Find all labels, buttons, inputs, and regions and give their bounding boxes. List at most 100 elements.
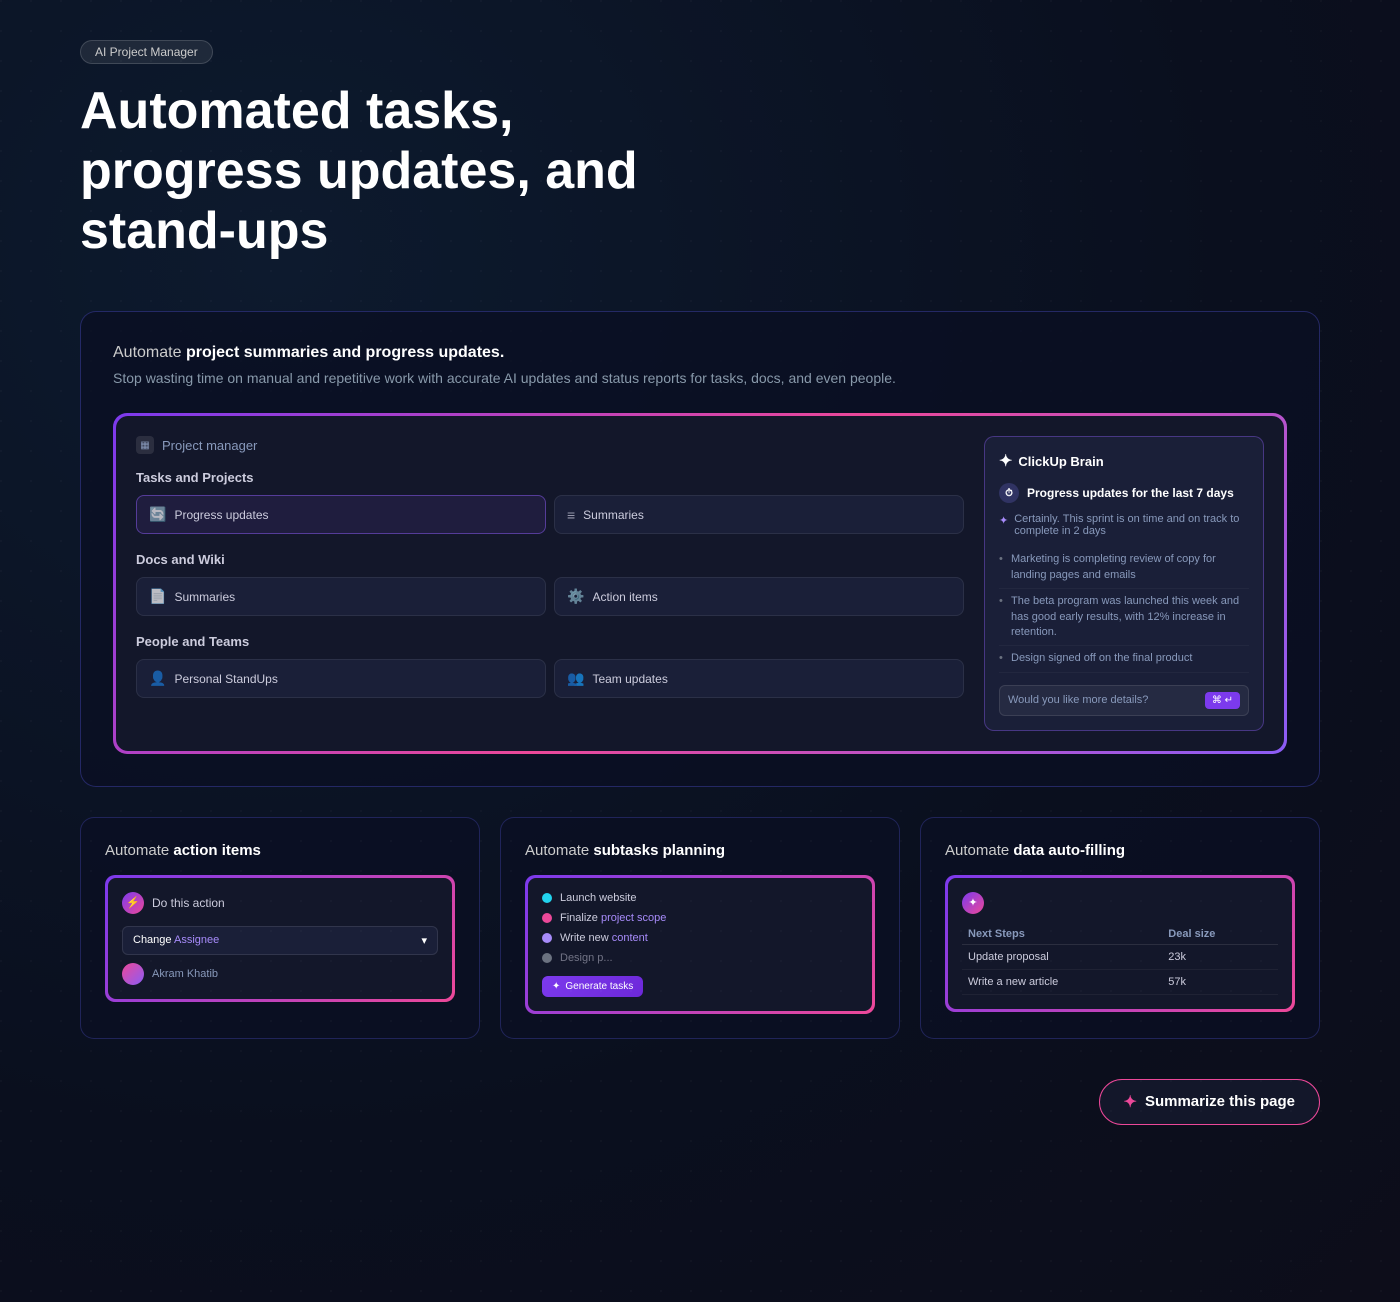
task-item-action-items[interactable]: ⚙️ Action items — [554, 577, 964, 616]
people-section-title: People and Teams — [136, 634, 964, 649]
app-header: ▦ Project manager — [136, 436, 964, 454]
table-cell-value-1: 23k — [1162, 944, 1278, 969]
summarize-icon: ✦ — [1124, 1092, 1137, 1112]
brain-query: ⏱ Progress updates for the last 7 days — [999, 483, 1249, 503]
brain-send-button[interactable]: ⌘ ↵ — [1205, 692, 1240, 709]
main-card: Automate project summaries and progress … — [80, 311, 1320, 786]
summarize-button[interactable]: ✦ Summarize this page — [1099, 1079, 1320, 1125]
subtask-3: Write new content — [542, 932, 858, 944]
subtask-dot-1 — [542, 893, 552, 903]
task-item-doc-summaries[interactable]: 📄 Summaries — [136, 577, 546, 616]
action-user: Akram Khatib — [122, 963, 438, 985]
brain-input-placeholder: Would you like more details? — [1008, 694, 1197, 706]
tasks-grid: 🔄 Progress updates ≡ Summaries — [136, 495, 964, 534]
brain-query-text: Progress updates for the last 7 days — [1027, 486, 1234, 500]
action-items-header: ⚡ Do this action — [122, 892, 438, 914]
subtask-4: Design p... — [542, 952, 858, 964]
subtasks-card: Automate subtasks planning Launch websit… — [500, 817, 900, 1039]
change-label: Change — [133, 934, 174, 946]
task-icon-standups: 👤 — [149, 670, 166, 687]
brain-bullet-1: Marketing is completing review of copy f… — [999, 547, 1249, 589]
task-icon-team: 👥 — [567, 670, 584, 687]
task-label-doc: Summaries — [174, 590, 235, 604]
task-label-action: Action items — [592, 590, 657, 604]
table-row-2: Write a new article 57k — [962, 969, 1278, 994]
subtasks-mockup-inner: Launch website Finalize project scope Wr… — [528, 878, 872, 1011]
main-card-subtitle: Stop wasting time on manual and repetiti… — [113, 368, 1287, 389]
generate-label: Generate tasks — [565, 981, 633, 992]
data-table: Next Steps Deal size Update proposal 23k… — [962, 924, 1278, 995]
action-items-mockup-inner: ⚡ Do this action Change Assignee ▾ Akram… — [108, 878, 452, 999]
action-label: Do this action — [152, 896, 225, 910]
brain-send-label: ⌘ ↵ — [1212, 695, 1233, 706]
brain-logo-icon: ✦ — [999, 451, 1012, 471]
task-label-standups: Personal StandUps — [174, 672, 277, 686]
subtasks-title: Automate subtasks planning — [525, 842, 875, 859]
generate-tasks-button[interactable]: ✦ Generate tasks — [542, 976, 643, 997]
app-icon: ▦ — [136, 436, 154, 454]
task-item-team-updates[interactable]: 👥 Team updates — [554, 659, 964, 698]
app-mockup: ▦ Project manager Tasks and Projects 🔄 P… — [113, 413, 1287, 753]
brain-intro: ✦ Certainly. This sprint is on time and … — [999, 513, 1249, 537]
task-label-team: Team updates — [592, 672, 667, 686]
app-left-panel: ▦ Project manager Tasks and Projects 🔄 P… — [136, 436, 964, 730]
user-name: Akram Khatib — [152, 968, 218, 980]
app-header-label: Project manager — [162, 438, 257, 453]
summarize-label: Summarize this page — [1145, 1093, 1295, 1110]
task-icon-action: ⚙️ — [567, 588, 584, 605]
task-label-progress: Progress updates — [174, 508, 268, 522]
subtask-2: Finalize project scope — [542, 912, 858, 924]
docs-section-title: Docs and Wiki — [136, 552, 964, 567]
task-item-standups[interactable]: 👤 Personal StandUps — [136, 659, 546, 698]
hero-title: Automated tasks, progress updates, and s… — [80, 82, 680, 261]
data-autofill-mockup: ✦ Next Steps Deal size Update proposal 2… — [945, 875, 1295, 1012]
action-items-card: Automate action items ⚡ Do this action C… — [80, 817, 480, 1039]
brain-header: ✦ ClickUp Brain — [999, 451, 1249, 471]
avatar — [122, 963, 144, 985]
data-autofill-title: Automate data auto-filling — [945, 842, 1295, 859]
sparkle-generate-icon: ✦ — [552, 981, 560, 992]
brain-bullets: Marketing is completing review of copy f… — [999, 547, 1249, 672]
data-sparkle-icon: ✦ — [962, 892, 984, 914]
people-grid: 👤 Personal StandUps 👥 Team updates — [136, 659, 964, 698]
action-items-title: Automate action items — [105, 842, 455, 859]
action-dropdown[interactable]: Change Assignee ▾ — [122, 926, 438, 955]
brain-query-icon: ⏱ — [999, 483, 1019, 503]
table-header-deal: Deal size — [1162, 924, 1278, 945]
field-label: Assignee — [174, 934, 219, 946]
table-row-1: Update proposal 23k — [962, 944, 1278, 969]
action-icon: ⚡ — [122, 892, 144, 914]
docs-grid: 📄 Summaries ⚙️ Action items — [136, 577, 964, 616]
data-autofill-mockup-inner: ✦ Next Steps Deal size Update proposal 2… — [948, 878, 1292, 1009]
task-label-summaries: Summaries — [583, 508, 644, 522]
subtask-dot-4 — [542, 953, 552, 963]
brain-bullet-2: The beta program was launched this week … — [999, 589, 1249, 646]
dropdown-chevron-icon: ▾ — [421, 934, 427, 947]
subtask-1: Launch website — [542, 892, 858, 904]
subtask-dot-2 — [542, 913, 552, 923]
bottom-cards: Automate action items ⚡ Do this action C… — [80, 817, 1320, 1039]
data-header: ✦ — [962, 892, 1278, 914]
table-header-steps: Next Steps — [962, 924, 1162, 945]
tasks-section-title: Tasks and Projects — [136, 470, 964, 485]
task-item-progress-updates[interactable]: 🔄 Progress updates — [136, 495, 546, 534]
brain-intro-text: Certainly. This sprint is on time and on… — [1014, 513, 1249, 537]
ai-badge: AI Project Manager — [80, 40, 213, 64]
task-item-summaries[interactable]: ≡ Summaries — [554, 495, 964, 534]
table-cell-value-2: 57k — [1162, 969, 1278, 994]
brain-title: ClickUp Brain — [1018, 454, 1103, 469]
app-mockup-inner: ▦ Project manager Tasks and Projects 🔄 P… — [116, 416, 1284, 750]
task-icon-progress: 🔄 — [149, 506, 166, 523]
sparkle-icon: ✦ — [999, 514, 1008, 527]
ai-badge-label: AI Project Manager — [95, 45, 198, 59]
data-autofill-card: Automate data auto-filling ✦ Next Steps … — [920, 817, 1320, 1039]
task-icon-doc: 📄 — [149, 588, 166, 605]
main-card-intro: Automate project summaries and progress … — [113, 344, 1287, 362]
brain-bullet-3: Design signed off on the final product — [999, 646, 1249, 672]
brain-input-row[interactable]: Would you like more details? ⌘ ↵ — [999, 685, 1249, 716]
summarize-row: ✦ Summarize this page — [80, 1079, 1320, 1125]
subtask-dot-3 — [542, 933, 552, 943]
brain-panel: ✦ ClickUp Brain ⏱ Progress updates for t… — [984, 436, 1264, 730]
action-items-mockup: ⚡ Do this action Change Assignee ▾ Akram… — [105, 875, 455, 1002]
task-icon-summaries: ≡ — [567, 507, 575, 523]
